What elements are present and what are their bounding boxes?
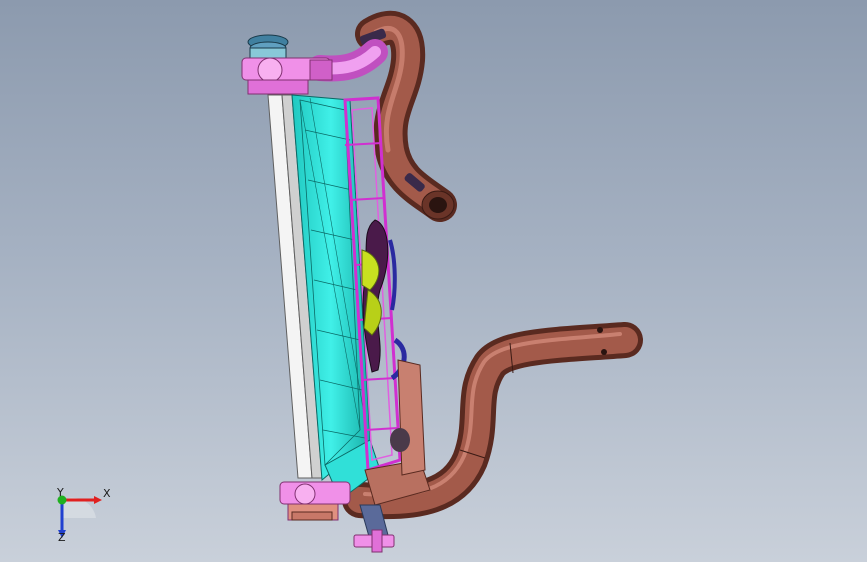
radiator-assembly-model[interactable]: [0, 0, 867, 562]
x-axis-label: X: [103, 487, 111, 500]
y-axis-label: Y: [57, 486, 64, 499]
upper-tank-fitting[interactable]: [241, 57, 333, 95]
lower-tank[interactable]: [364, 359, 431, 506]
cad-3d-viewport[interactable]: X Y Z: [0, 0, 867, 562]
radiator-cap[interactable]: [247, 34, 289, 59]
lower-tank-fitting[interactable]: [279, 481, 351, 521]
z-axis-label: Z: [58, 531, 66, 544]
